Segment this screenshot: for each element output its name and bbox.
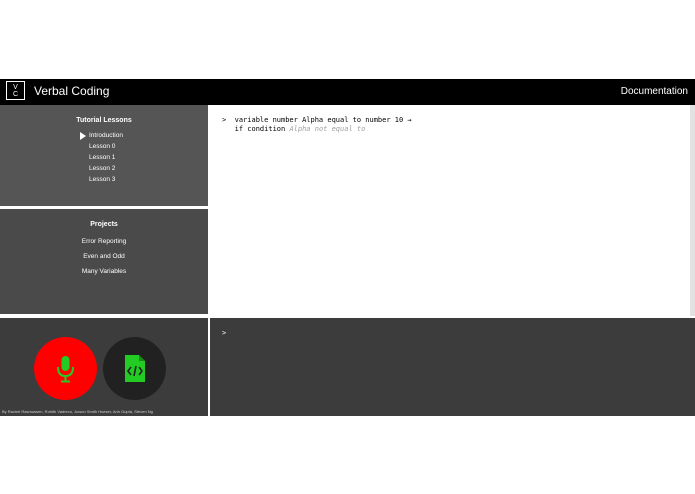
documentation-link[interactable]: Documentation — [621, 86, 688, 97]
credits-text: By Rachel Rasmussen, Rohith Vadrevu, Juw… — [2, 409, 153, 414]
lesson-item-lesson-1[interactable]: Lesson 1 — [0, 152, 208, 163]
play-arrow-icon — [80, 132, 86, 140]
output-console[interactable]: > — [210, 318, 695, 416]
autocomplete-suggestion: Alpha not equal to — [289, 125, 366, 133]
logo-letter-top: V — [13, 83, 18, 91]
projects-panel: Projects Error Reporting Even and Odd Ma… — [0, 209, 208, 314]
project-item-even-and-odd[interactable]: Even and Odd — [0, 249, 208, 264]
project-list: Error Reporting Even and Odd Many Variab… — [0, 234, 208, 279]
code-line-2-text: if condition — [222, 125, 290, 133]
voice-controls-panel: By Rachel Rasmussen, Rohith Vadrevu, Juw… — [0, 318, 208, 416]
lesson-label: Lesson 1 — [89, 154, 116, 161]
top-header: V C Verbal Coding Documentation — [0, 79, 695, 105]
app-title: Verbal Coding — [34, 84, 110, 98]
editor-scrollbar[interactable] — [690, 105, 695, 316]
lessons-title: Tutorial Lessons — [76, 117, 132, 124]
console-prompt: > — [222, 329, 227, 337]
code-line-2: if condition Alpha not equal to — [222, 125, 366, 133]
lesson-label: Lesson 3 — [89, 176, 116, 183]
lesson-item-lesson-0[interactable]: Lesson 0 — [0, 141, 208, 152]
logo[interactable]: V C — [6, 81, 25, 100]
lesson-label: Lesson 2 — [89, 165, 116, 172]
code-editor[interactable]: > variable number Alpha equal to number … — [210, 105, 690, 316]
microphone-icon — [57, 356, 74, 383]
logo-letter-bottom: C — [12, 90, 19, 98]
lesson-item-introduction[interactable]: Introduction — [0, 130, 208, 141]
tutorial-lessons-panel: Tutorial Lessons Introduction Lesson 0 L… — [0, 105, 208, 206]
lesson-label: Lesson 0 — [89, 143, 116, 150]
code-view-button[interactable] — [103, 337, 166, 400]
microphone-button[interactable] — [34, 337, 97, 400]
project-item-many-variables[interactable]: Many Variables — [0, 264, 208, 279]
lesson-list: Introduction Lesson 0 Lesson 1 Lesson 2 … — [0, 130, 208, 185]
lesson-item-lesson-2[interactable]: Lesson 2 — [0, 163, 208, 174]
code-file-icon — [125, 355, 145, 382]
projects-title: Projects — [90, 221, 118, 228]
code-line-1: > variable number Alpha equal to number … — [222, 116, 412, 124]
lesson-item-lesson-3[interactable]: Lesson 3 — [0, 174, 208, 185]
project-item-error-reporting[interactable]: Error Reporting — [0, 234, 208, 249]
lesson-label: Introduction — [89, 132, 123, 139]
